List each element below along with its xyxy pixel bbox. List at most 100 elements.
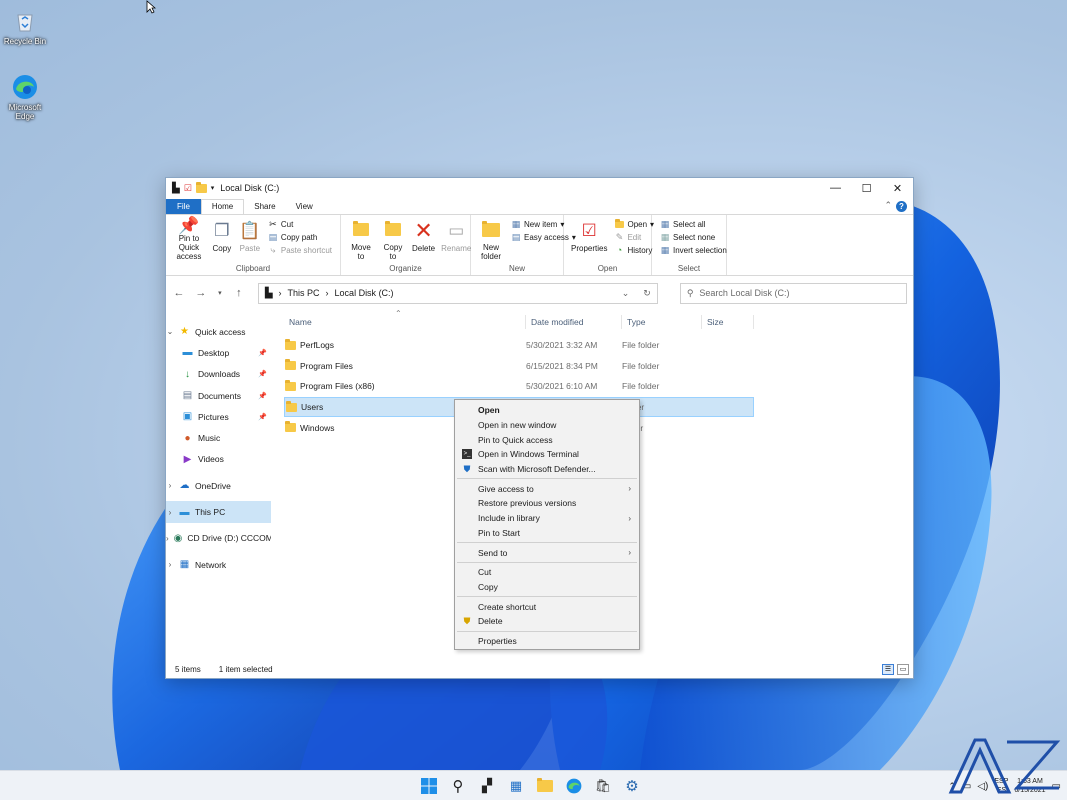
refresh-icon[interactable]: ↻ [643,288,651,299]
chevron-right-icon[interactable]: › [166,508,174,517]
pin-icon[interactable]: 📌 [258,413,267,421]
tab-share[interactable]: Share [244,200,285,214]
open-button[interactable]: Open ▾ [614,218,654,229]
forward-arrow-icon[interactable]: → [194,287,208,299]
large-icons-view-icon[interactable]: ▭ [897,663,909,675]
pin-icon[interactable]: 📌 [258,370,267,378]
menu-item-label: Send to [478,547,508,558]
copy-button[interactable]: ❐ Copy [208,218,236,261]
menu-item-give-access[interactable]: Give access to › [455,481,639,496]
properties-qat-icon[interactable]: ☑ [184,183,192,194]
invert-selection-button[interactable]: ▦ Invert selection [660,245,727,255]
new-folder-qat-icon[interactable] [195,181,207,193]
chevron-right-icon[interactable]: › [166,481,174,490]
this-pc-icon: ▙ [264,287,273,299]
move-to-button[interactable]: Move to [345,218,377,261]
tab-home[interactable]: Home [200,199,245,214]
settings-gear-icon[interactable]: ⚙ [621,775,643,797]
breadcrumb-this-pc[interactable]: This PC [288,288,320,298]
maximize-button[interactable]: ☐ [851,178,882,198]
details-view-icon[interactable]: ☰ [882,663,894,675]
menu-item-open-new-window[interactable]: Open in new window [455,418,639,433]
desktop-icon-recycle-bin[interactable]: Recycle Bin [0,8,50,46]
chevron-right-icon[interactable]: › [166,534,169,543]
pin-icon[interactable]: 📌 [258,349,267,357]
menu-item-properties[interactable]: Properties [455,634,639,649]
properties-button[interactable]: ☑ Properties [568,218,610,261]
menu-item-delete[interactable]: ⛊ Delete [455,614,639,629]
task-view-icon[interactable]: ▞ [476,775,498,797]
file-row[interactable]: Program Files (x86) 5/30/2021 6:10 AM Fi… [284,376,754,397]
history-button[interactable]: ◔ History [614,245,654,255]
menu-item-scan-defender[interactable]: ⛊ Scan with Microsoft Defender... [455,462,639,477]
column-header-date[interactable]: Date modified [526,314,622,329]
back-arrow-icon[interactable]: ← [172,287,186,299]
nav-videos[interactable]: ▶ Videos [166,449,271,470]
pin-icon[interactable]: 📌 [258,392,267,400]
breadcrumb-local-disk[interactable]: Local Disk (C:) [335,288,394,298]
column-header-type[interactable]: Type [622,314,702,329]
nav-this-pc[interactable]: › ▬ This PC [166,501,271,523]
help-icon[interactable]: ? [896,201,907,212]
menu-item-open-terminal[interactable]: >_ Open in Windows Terminal [455,447,639,462]
search-input[interactable]: ⚲ Search Local Disk (C:) [679,282,908,304]
nav-downloads[interactable]: ↓ Downloads 📌 [166,364,271,385]
start-windows-icon[interactable] [418,775,440,797]
menu-item-pin-start[interactable]: Pin to Start [455,526,639,541]
select-all-button[interactable]: ▦ Select all [660,219,727,229]
nav-network[interactable]: › ▦ Network [166,554,271,575]
menu-item-open[interactable]: Open [455,403,639,418]
select-none-button[interactable]: ▦ Select none [660,232,727,242]
tab-view[interactable]: View [286,200,323,214]
tab-file[interactable]: File [166,199,201,214]
file-explorer-icon[interactable] [534,775,556,797]
menu-item-restore-versions[interactable]: Restore previous versions [455,496,639,511]
edge-icon[interactable] [563,775,585,797]
nav-onedrive[interactable]: › ☁ OneDrive [166,475,271,496]
nav-desktop[interactable]: ▬ Desktop 📌 [166,342,271,363]
nav-cd-drive[interactable]: › ◉ CD Drive (D:) CCCOMA [166,528,271,549]
new-folder-button[interactable]: New folder [475,218,507,261]
qat-dropdown-icon[interactable]: ▾ [211,184,215,192]
address-bar[interactable]: ▙ › This PC › Local Disk (C:) ⌄ ↻ [257,282,658,304]
nav-music[interactable]: ● Music [166,427,271,448]
menu-item-include-library[interactable]: Include in library › [455,511,639,526]
column-header-size[interactable]: Size [702,314,754,329]
star-icon: ★ [180,326,189,338]
menu-item-cut[interactable]: Cut [455,565,639,580]
nav-documents[interactable]: ▤ Documents 📌 [166,385,271,406]
menu-item-copy[interactable]: Copy [455,580,639,595]
delete-button[interactable]: ✕ Delete [409,218,438,261]
pin-quick-access-button[interactable]: 📌 Pin to Quick access [170,217,208,262]
copy-path-button[interactable]: ▤ Copy path [268,232,332,242]
search-icon[interactable]: ⚲ [447,775,469,797]
desktop-icon-edge[interactable]: Microsoft Edge [0,74,50,121]
paste-button[interactable]: 📋 Paste [236,218,264,261]
nav-quick-access[interactable]: ⌄ ★ Quick access [166,321,271,342]
nav-pictures[interactable]: ▣ Pictures 📌 [166,406,271,427]
copy-to-button[interactable]: Copy to [377,218,409,261]
widgets-icon[interactable]: ▦ [505,775,527,797]
search-icon: ⚲ [686,287,694,298]
paste-shortcut-button[interactable]: ⤷ Paste shortcut [268,245,332,255]
cut-button[interactable]: ✂ Cut [268,219,332,229]
file-row[interactable]: Program Files 6/15/2021 8:34 PM File fol… [284,356,754,377]
chevron-down-icon[interactable]: ⌄ [166,327,174,336]
minimize-button[interactable]: — [820,178,851,198]
chevron-right-icon[interactable]: › [166,560,174,569]
rename-button[interactable]: ▭ Rename [438,218,474,261]
folder-icon [285,421,296,433]
address-dropdown-icon[interactable]: ⌄ [622,288,630,299]
column-header-name[interactable]: Name [284,314,526,329]
collapse-ribbon-icon[interactable]: ⌃ [884,200,892,211]
menu-item-create-shortcut[interactable]: Create shortcut [455,599,639,614]
menu-item-send-to[interactable]: Send to › [455,545,639,560]
store-icon[interactable]: 🛍 [592,775,614,797]
up-arrow-icon[interactable]: ↑ [232,287,246,299]
edit-button[interactable]: ✎ Edit [614,232,654,242]
recent-locations-icon[interactable]: ▾ [216,289,224,297]
file-row[interactable]: PerfLogs 5/30/2021 3:32 AM File folder [284,335,754,356]
menu-item-pin-quick-access[interactable]: Pin to Quick access [455,432,639,447]
folder-icon [286,400,297,412]
close-button[interactable]: ✕ [882,178,913,198]
